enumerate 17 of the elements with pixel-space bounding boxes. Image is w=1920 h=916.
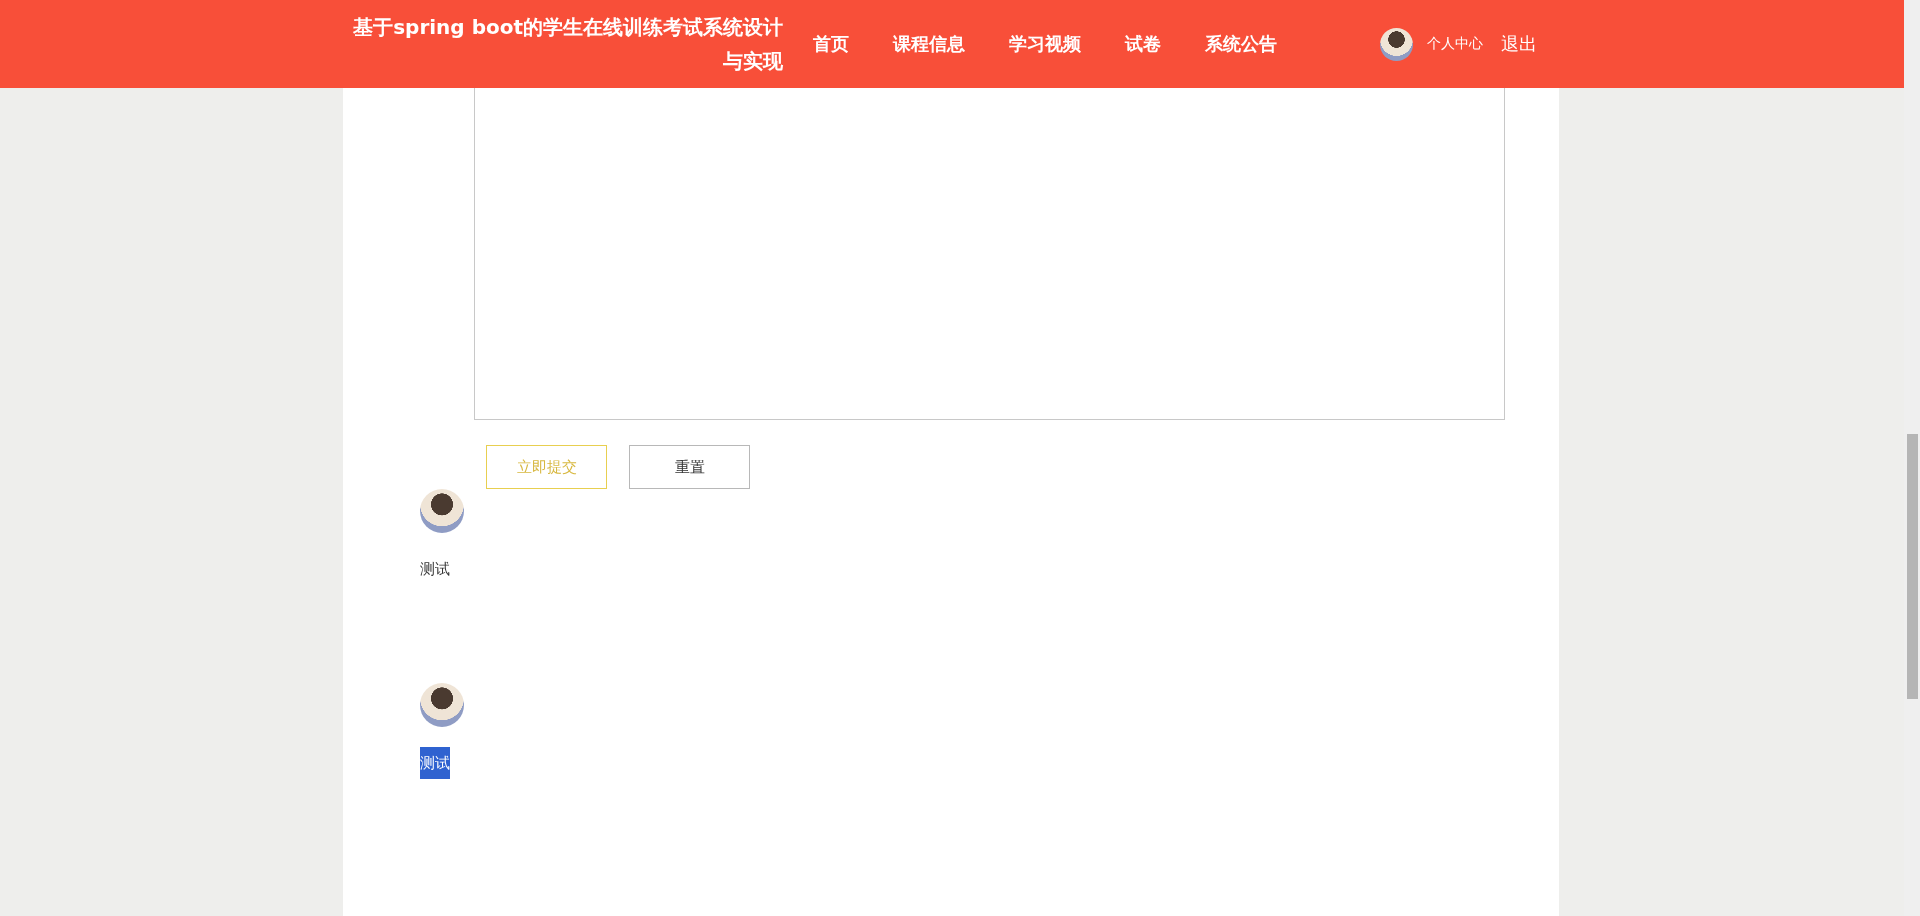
nav-link[interactable]: 课程信息 — [871, 32, 987, 56]
nav-link[interactable]: 首页 — [791, 32, 871, 56]
avatar — [420, 489, 464, 533]
nav-link[interactable]: 学习视频 — [987, 32, 1103, 56]
avatar[interactable] — [1380, 27, 1413, 61]
logout-link[interactable]: 退出 — [1501, 32, 1537, 56]
profile-link[interactable]: 个人中心 — [1427, 35, 1483, 53]
avatar — [420, 683, 464, 727]
comment-textarea[interactable] — [474, 88, 1505, 420]
nav-link[interactable]: 系统公告 — [1183, 32, 1299, 56]
submit-button[interactable]: 立即提交 — [486, 445, 607, 489]
comment-text: 测试 — [420, 559, 450, 580]
comment-text: 测试 — [420, 747, 450, 779]
reset-button[interactable]: 重置 — [629, 445, 750, 489]
scrollbar-thumb[interactable] — [1907, 434, 1918, 699]
nav-link[interactable]: 试卷 — [1103, 32, 1183, 56]
site-title: 基于spring boot的学生在线训练考试系统设计与实现 — [352, 14, 783, 75]
